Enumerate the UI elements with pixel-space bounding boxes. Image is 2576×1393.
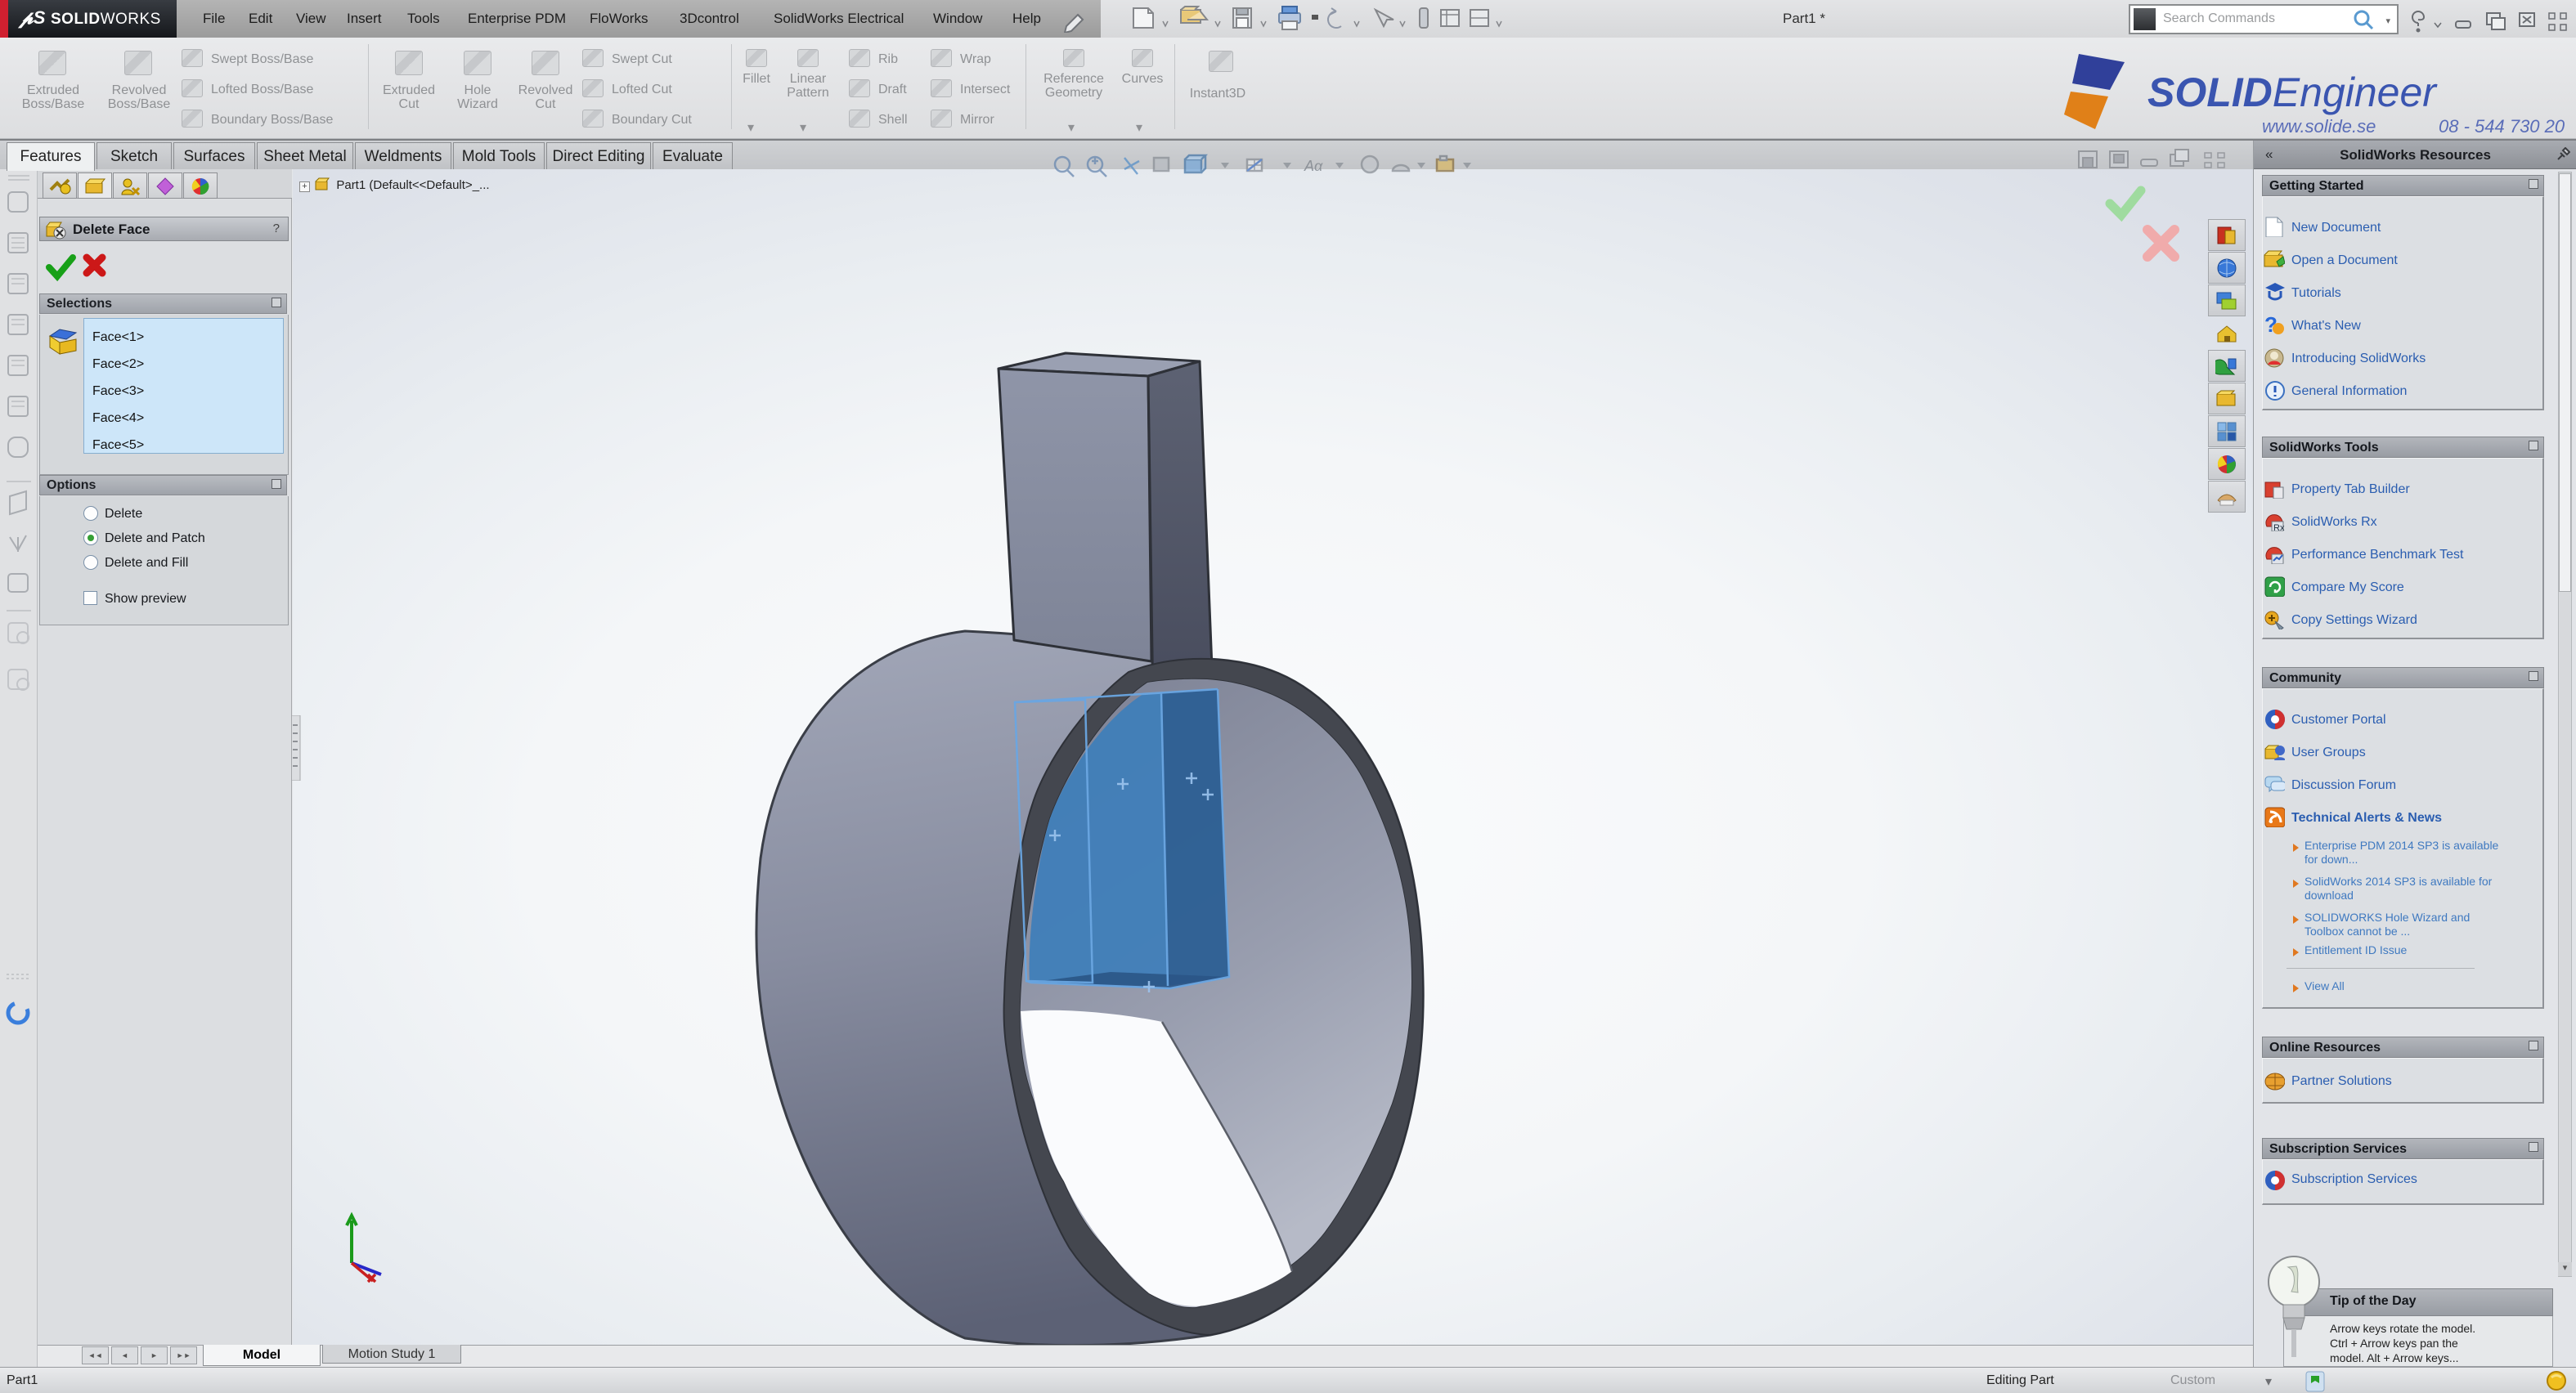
svg-text:www.solide.se: www.solide.se (2262, 116, 2376, 137)
svg-text:SOLIDEngineer: SOLIDEngineer (2147, 69, 2438, 115)
svg-text:08 - 544 730 20: 08 - 544 730 20 (2439, 116, 2565, 137)
svg-text:Aα: Aα (1304, 158, 1323, 174)
svg-text:Rx: Rx (2273, 523, 2285, 531)
